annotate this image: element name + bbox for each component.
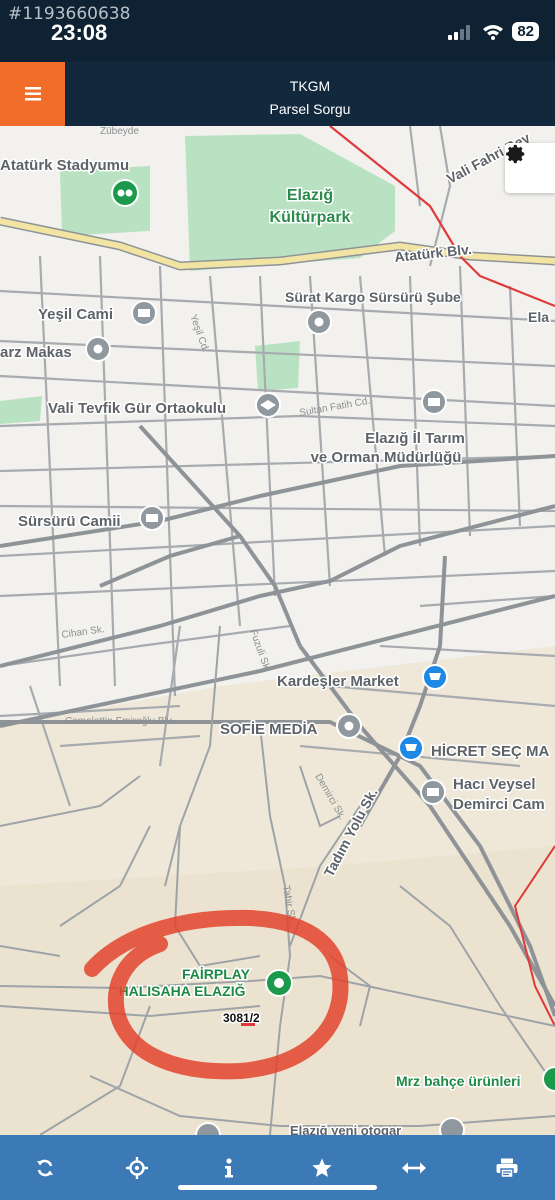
info-icon: [225, 1158, 233, 1178]
shop-marker[interactable]: [422, 664, 448, 690]
place-label-makas: arz Makas: [0, 344, 72, 361]
measure-icon: [402, 1162, 426, 1174]
place-marker-sofie[interactable]: [336, 713, 362, 739]
battery-indicator: 82: [512, 22, 539, 41]
place-label-surat-kargo: Sürat Kargo Sürsürü Şube: [285, 289, 461, 305]
place-label-fairplay: FAİRPLAY: [182, 966, 251, 982]
bottom-toolbar: [0, 1135, 555, 1200]
fairplay-marker[interactable]: [265, 969, 293, 997]
street-label: Zübeyde: [100, 126, 139, 137]
mosque-marker[interactable]: [139, 505, 165, 531]
locate-button[interactable]: [122, 1153, 152, 1183]
cellular-signal-icon: [448, 24, 471, 40]
map-canvas[interactable]: Zübeyde Cemalettin Emiroğlu Blv. Cihan S…: [0, 126, 555, 1135]
refresh-button[interactable]: [30, 1153, 60, 1183]
place-label-yesil-cami: Yeşil Cami: [38, 306, 113, 323]
favorite-button[interactable]: [307, 1153, 337, 1183]
hamburger-menu-icon: [24, 87, 41, 101]
place-label-haci-veysel: Hacı Veysel: [453, 776, 536, 793]
mosque-marker[interactable]: [420, 779, 446, 805]
place-label-vali-tevfik: Vali Tevfik Gür Ortaokulu: [48, 400, 226, 417]
place-marker-surat-kargo[interactable]: [306, 309, 332, 335]
parcel-label[interactable]: 3081/2: [222, 1010, 262, 1027]
home-indicator: [178, 1185, 377, 1190]
place-label-sofie: SOFİE MEDİA: [220, 721, 318, 738]
header-title: TKGM: [289, 78, 331, 94]
place-label-park: Kültürpark: [270, 209, 351, 226]
place-label-tarim: ve Orman Müdürlüğü: [311, 449, 462, 466]
menu-button[interactable]: [0, 62, 65, 126]
place-label-haci-veysel: Demirci Cam: [453, 796, 545, 813]
place-label-sursuru-camii: Sürsürü Camii: [18, 513, 121, 530]
wifi-icon: [483, 24, 504, 40]
app-header: TKGM Parsel Sorgu: [0, 62, 555, 126]
measure-button[interactable]: [399, 1153, 429, 1183]
place-marker-makas[interactable]: [85, 336, 111, 362]
government-marker[interactable]: [421, 389, 447, 415]
school-marker[interactable]: [255, 392, 281, 418]
settings-button[interactable]: [505, 143, 555, 193]
place-label-hicret: HİCRET SEÇ MA: [431, 743, 550, 760]
stadium-area: [60, 166, 150, 236]
header-subtitle: Parsel Sorgu: [269, 101, 351, 117]
gear-icon: [506, 144, 525, 164]
clock: 23:08: [51, 20, 108, 45]
place-label-park: Elazığ: [287, 187, 333, 204]
mosque-marker[interactable]: [131, 300, 157, 326]
refresh-icon: [37, 1159, 53, 1177]
street-label: Cemalettin Emiroğlu Blv.: [65, 716, 174, 727]
place-label-kardesler: Kardeşler Market: [277, 673, 399, 690]
star-icon: [312, 1158, 332, 1177]
bus-station-marker[interactable]: [439, 1117, 465, 1135]
place-label-tarim: Elazığ İl Tarım: [365, 430, 465, 447]
place-label-ela: Ela: [528, 309, 549, 325]
locate-icon: [126, 1157, 148, 1179]
status-bar: #1193660638 23:08 82: [0, 0, 555, 62]
place-label-fairplay: HALISAHA ELAZIĞ: [118, 982, 245, 999]
place-label-otogar: Elazığ yeni otogar: [290, 1123, 401, 1135]
stadium-marker[interactable]: [111, 179, 139, 207]
parcel-highlight: [241, 1023, 255, 1026]
place-label-mrz: Mrz bahçe ürünleri: [396, 1073, 520, 1089]
green-area: [255, 341, 300, 391]
print-button[interactable]: [492, 1153, 522, 1183]
place-label-stadium: Atatürk Stadyumu: [0, 157, 129, 174]
info-button[interactable]: [214, 1153, 244, 1183]
status-icons: 82: [448, 22, 539, 41]
map-view[interactable]: Zübeyde Cemalettin Emiroğlu Blv. Cihan S…: [0, 126, 555, 1135]
print-icon: [496, 1158, 518, 1178]
shop-marker[interactable]: [398, 735, 424, 761]
